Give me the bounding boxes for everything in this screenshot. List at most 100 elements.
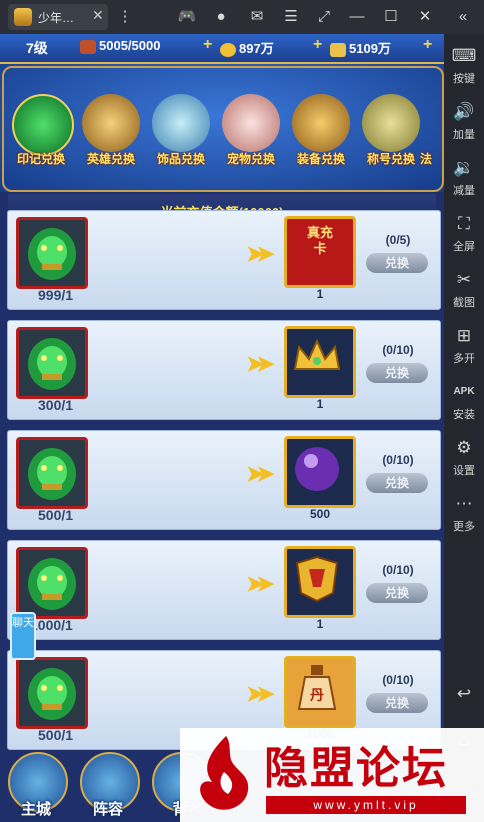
exchange-card: 300/1 ➤➤ 1 (0/10) 兑换	[7, 320, 441, 420]
app-tab[interactable]: 少年… ✕	[8, 4, 108, 30]
game-viewport: 7级 5005/5000 + 897万 + 5109万 + 印记兑换 英雄兑换 …	[0, 34, 444, 822]
menu-icon[interactable]: ☰	[280, 6, 302, 28]
exchange-card: 999/1 ➤➤ 真充卡 1 (0/5) 兑换	[7, 210, 441, 310]
more-icon: ⋯	[455, 494, 473, 513]
sidebar-item-keys[interactable]: ⌨ 按键	[444, 44, 484, 100]
tab-label: 饰品兑换	[156, 152, 205, 166]
reward-quantity: 1	[316, 287, 324, 301]
flame-logo-icon	[200, 736, 249, 810]
arrow-icon: ➤➤	[246, 241, 275, 266]
exchange-button[interactable]: 兑换	[366, 363, 428, 383]
bottom-nav: 主城 阵容 背	[0, 750, 212, 822]
reward-card-text: 真充卡	[306, 225, 333, 256]
sidebar-item-label: 按键	[453, 73, 475, 85]
exchange-button[interactable]: 兑换	[366, 583, 428, 603]
sidebar-item-more[interactable]: ⋯ 更多	[444, 492, 484, 548]
tab-title-exchange[interactable]: 称号兑换	[356, 94, 426, 172]
exchange-button[interactable]: 兑换	[366, 693, 428, 713]
pet-icon	[222, 94, 280, 152]
arrow-icon: ➤➤	[246, 351, 275, 376]
sidebar-item-label: 截图	[453, 297, 475, 309]
seal-icon	[12, 94, 74, 156]
potion-bottle-icon: 丹	[284, 656, 356, 728]
accessory-icon	[152, 94, 210, 152]
exchange-progress: (0/10)	[382, 673, 414, 687]
emulator-titlebar: 少年… ✕ ⋮ 🎮 ● ✉ ☰ ⤢ — ☐ ✕ «	[0, 0, 484, 34]
minimize-icon[interactable]: —	[346, 6, 368, 28]
watermark-text: 隐盟论坛	[264, 743, 448, 794]
tab-label: 法	[420, 152, 433, 166]
gold-coin-icon	[220, 42, 236, 57]
add-stamina-button[interactable]: +	[203, 36, 212, 54]
source-quantity: 500/1	[38, 727, 74, 743]
sidebar-item-screenshot[interactable]: ✂ 截图	[444, 268, 484, 324]
mail-icon[interactable]: ✉	[246, 6, 268, 28]
chat-button[interactable]: 聊天	[10, 612, 36, 660]
crown-graphic	[293, 338, 341, 370]
back-button[interactable]: ↩	[444, 682, 484, 710]
add-gold-button[interactable]: +	[313, 36, 322, 54]
reward-quantity: 500	[309, 507, 331, 521]
multi-instance-icon: ⊞	[456, 326, 472, 345]
hero-icon	[82, 94, 140, 152]
collapse-sidebar-icon[interactable]: «	[452, 6, 474, 28]
tab-equipment-exchange[interactable]: 装备兑换	[286, 94, 356, 172]
apk-icon: APK	[453, 386, 475, 397]
recharge-card-icon: 真充卡	[284, 216, 356, 288]
arrow-icon: ➤➤	[246, 681, 275, 706]
sidebar-item-install[interactable]: APK 安装	[444, 380, 484, 436]
equipment-icon	[292, 94, 350, 152]
sidebar-item-label: 全屏	[453, 241, 475, 253]
add-diamond-button[interactable]: +	[423, 36, 432, 54]
nav-label: 主城	[20, 801, 51, 818]
tab-accessory-exchange[interactable]: 饰品兑换	[146, 94, 216, 172]
exchange-card: 500/1 ➤➤ 500 (0/10) 兑换	[7, 430, 441, 530]
watermark-logo: 隐盟论坛 www.ymlt.vip	[180, 728, 484, 822]
sidebar-item-fullscreen[interactable]: ⛶ 全屏	[444, 212, 484, 268]
nav-lineup[interactable]: 阵容	[76, 750, 140, 820]
player-level: 7级	[26, 40, 48, 56]
arrow-icon: ➤➤	[246, 461, 275, 486]
stamina-value: 5005/5000	[99, 38, 161, 53]
potion-text: 丹	[310, 687, 324, 703]
exchange-button[interactable]: 兑换	[366, 473, 428, 493]
sidebar-item-settings[interactable]: ⚙ 设置	[444, 436, 484, 492]
maximize-icon[interactable]: ☐	[380, 6, 402, 28]
source-quantity: 1000/1	[30, 617, 73, 633]
tab-title: 少年…	[38, 11, 75, 25]
close-window-icon[interactable]: ✕	[414, 6, 436, 28]
sidebar-item-volume-up[interactable]: 🔊 加量	[444, 100, 484, 156]
volume-down-icon: 🔉	[453, 158, 475, 177]
tab-close-icon[interactable]: ✕	[92, 7, 104, 24]
gamepad-icon[interactable]: 🎮	[176, 6, 198, 28]
sidebar-item-label: 多开	[453, 353, 475, 365]
dragon-seal-item	[16, 327, 88, 399]
exchange-button[interactable]: 兑换	[366, 253, 428, 273]
sidebar-item-label: 加量	[453, 129, 475, 141]
sidebar-item-multi-instance[interactable]: ⊞ 多开	[444, 324, 484, 380]
tab-label: 印记兑换	[16, 152, 65, 166]
dragon-seal-item	[16, 657, 88, 729]
ingot-icon	[330, 42, 346, 57]
tab-menu-icon[interactable]: ⋮	[114, 6, 136, 28]
sidebar-item-volume-down[interactable]: 🔉 减量	[444, 156, 484, 212]
fullscreen-icon: ⛶	[458, 214, 470, 233]
account-icon[interactable]: ●	[210, 6, 232, 28]
volume-up-icon: 🔊	[453, 102, 475, 121]
tab-seal-exchange[interactable]: 印记兑换	[6, 94, 76, 172]
nav-main-city[interactable]: 主城	[4, 750, 68, 820]
tab-more-exchange[interactable]: 法	[420, 94, 442, 172]
resource-bar: 7级 5005/5000 + 897万 + 5109万 +	[0, 34, 444, 64]
tab-label: 称号兑换	[366, 152, 415, 166]
dragon-seal-item	[16, 547, 88, 619]
tab-hero-exchange[interactable]: 英雄兑换	[76, 94, 146, 172]
source-quantity: 500/1	[38, 507, 74, 523]
armor-graphic	[295, 555, 339, 603]
dragon-head-icon	[28, 558, 76, 610]
scissors-icon: ✂	[456, 270, 472, 289]
stamina-icon	[80, 39, 96, 54]
emulator-sidebar: ⌨ 按键 🔊 加量 🔉 减量 ⛶ 全屏 ✂ 截图 ⊞ 多开 APK 安装 ⚙ 设…	[444, 34, 484, 822]
popout-icon[interactable]: ⤢	[313, 6, 335, 28]
reward-quantity: 1	[316, 397, 324, 411]
tab-pet-exchange[interactable]: 宠物兑换	[216, 94, 286, 172]
